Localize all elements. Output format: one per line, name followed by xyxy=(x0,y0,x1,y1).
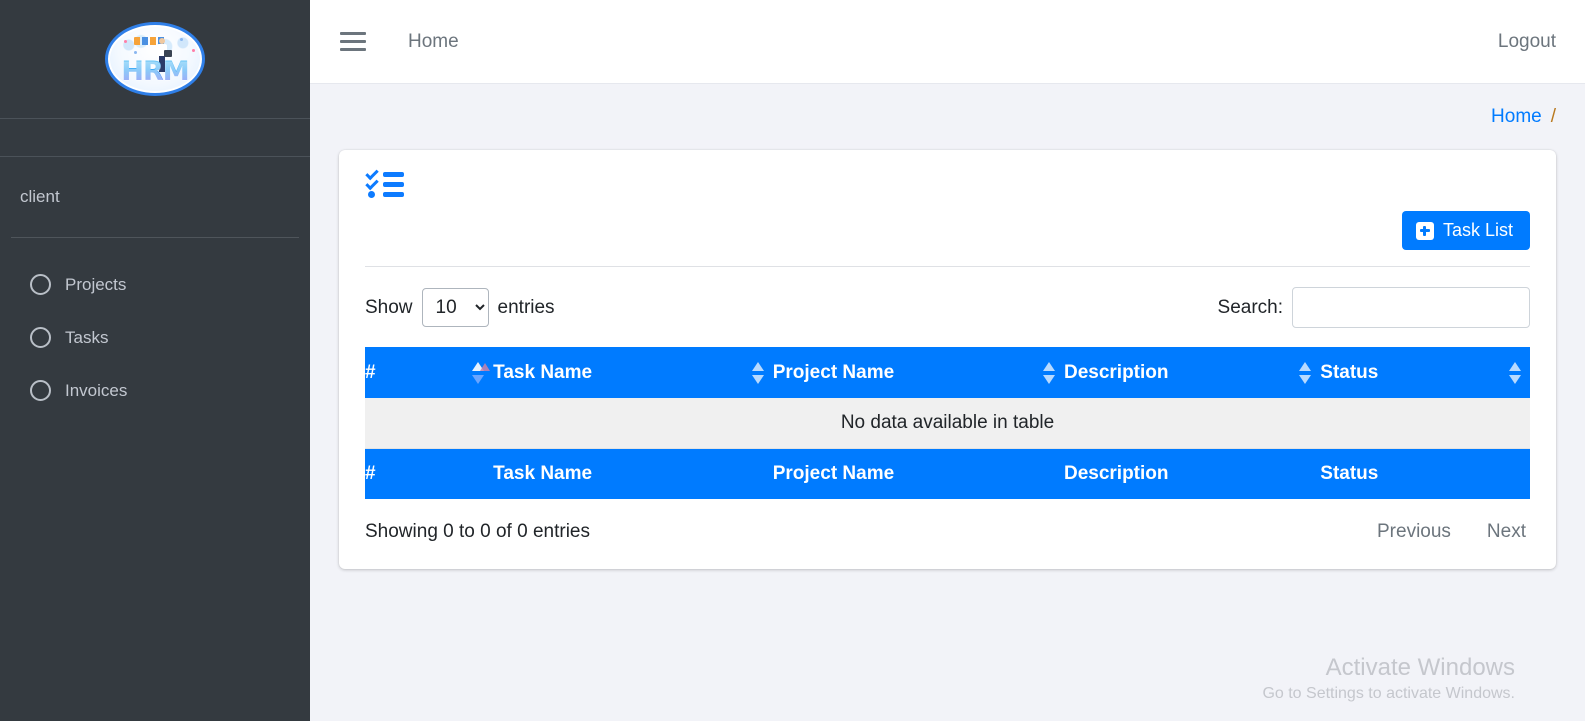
datatable-search-control: Search: xyxy=(1218,287,1530,328)
datatable-footer: Showing 0 to 0 of 0 entries Previous Nex… xyxy=(365,521,1530,543)
sidebar-item-label: Invoices xyxy=(65,380,128,400)
sort-arrows-icon[interactable] xyxy=(1299,360,1312,386)
hamburger-icon[interactable] xyxy=(340,32,366,51)
page-content: Task List Show 10 25 50 100 xyxy=(310,150,1585,569)
circle-icon xyxy=(30,327,51,348)
footer-column-description: Description xyxy=(1063,448,1321,499)
sidebar-item-tasks[interactable]: Tasks xyxy=(0,311,310,364)
task-list-button[interactable]: Task List xyxy=(1401,211,1530,250)
column-header-label: Project Name xyxy=(772,361,895,383)
entries-per-page-select[interactable]: 10 25 50 100 xyxy=(421,288,489,327)
pagination-previous-button[interactable]: Previous xyxy=(1377,521,1451,543)
table-footer-row: # Task Name Project Name Description Sta… xyxy=(365,448,1530,499)
column-header-task-name[interactable]: Task Name xyxy=(493,347,773,398)
circle-icon xyxy=(30,274,51,295)
footer-column-number: # xyxy=(365,448,494,499)
sidebar-user-label: client xyxy=(20,187,60,206)
search-input[interactable] xyxy=(1292,287,1530,328)
circle-icon xyxy=(30,380,51,401)
table-empty-row: No data available in table xyxy=(365,398,1530,449)
breadcrumb: Home / xyxy=(310,84,1585,150)
task-table: # Task Name Project Name Description Sta… xyxy=(365,347,1530,499)
datatable-length-control: Show 10 25 50 100 entries xyxy=(365,288,555,327)
card-body: Show 10 25 50 100 entries Search: xyxy=(339,267,1556,569)
datatable-controls: Show 10 25 50 100 entries Search: xyxy=(365,287,1530,328)
footer-column-project-name: Project Name xyxy=(772,448,1064,499)
sidebar-item-label: Tasks xyxy=(65,327,109,347)
sort-arrows-icon[interactable] xyxy=(472,360,491,386)
pagination: Previous Next xyxy=(1377,521,1530,543)
logout-link[interactable]: Logout xyxy=(1498,31,1556,53)
hrm-logo-icon: HRM xyxy=(105,22,205,96)
task-list-icon xyxy=(365,166,404,200)
search-label: Search: xyxy=(1217,296,1283,318)
sidebar-item-invoices[interactable]: Invoices xyxy=(0,364,310,417)
column-header-description[interactable]: Description xyxy=(1063,347,1321,398)
empty-message: No data available in table xyxy=(365,398,1530,449)
sidebar-user[interactable]: client xyxy=(0,157,310,237)
column-header-number[interactable]: # xyxy=(365,347,494,398)
column-header-project-name[interactable]: Project Name xyxy=(772,347,1064,398)
entries-label: entries xyxy=(497,296,555,318)
top-navbar: Home Logout xyxy=(310,0,1585,84)
pagination-next-button[interactable]: Next xyxy=(1487,521,1526,543)
table-body: No data available in table xyxy=(365,398,1530,449)
sidebar: HRM client Projects Tasks Invoices xyxy=(0,0,310,721)
sidebar-item-projects[interactable]: Projects xyxy=(0,258,310,311)
datatable-info: Showing 0 to 0 of 0 entries xyxy=(365,521,590,542)
column-header-label: Status xyxy=(1320,361,1379,383)
task-list-card: Task List Show 10 25 50 100 xyxy=(339,150,1556,569)
plus-square-icon xyxy=(1415,221,1434,240)
sidebar-brand[interactable]: HRM xyxy=(0,0,310,119)
app-root: HRM client Projects Tasks Invoices Home … xyxy=(0,0,1585,721)
sort-arrows-icon[interactable] xyxy=(751,360,765,386)
show-label: Show xyxy=(365,296,413,318)
breadcrumb-separator: / xyxy=(1550,106,1556,127)
table-head: # Task Name Project Name Description Sta… xyxy=(365,347,1530,398)
sort-arrows-icon[interactable] xyxy=(1509,360,1522,386)
sort-arrows-icon[interactable] xyxy=(1042,360,1056,386)
column-header-status[interactable]: Status xyxy=(1320,347,1530,398)
watermark-title: Activate Windows xyxy=(1325,654,1515,682)
sidebar-nav: Projects Tasks Invoices xyxy=(0,238,310,417)
task-list-button-label: Task List xyxy=(1442,220,1513,240)
column-header-label: Task Name xyxy=(493,361,593,383)
card-header: Task List xyxy=(339,150,1556,266)
footer-column-status: Status xyxy=(1320,448,1530,499)
column-header-label: # xyxy=(365,361,376,383)
sidebar-search-slot xyxy=(0,119,310,157)
table-foot: # Task Name Project Name Description Sta… xyxy=(365,448,1530,499)
logo-text: HRM xyxy=(108,56,202,87)
windows-activation-watermark: Activate Windows Go to Settings to activ… xyxy=(1262,654,1515,703)
footer-column-task-name: Task Name xyxy=(493,448,773,499)
watermark-subtitle: Go to Settings to activate Windows. xyxy=(1262,685,1515,702)
main-area: Home Logout Home / Task List Show 10 ent… xyxy=(310,0,1585,721)
column-header-label: Description xyxy=(1063,361,1169,383)
breadcrumb-home-link[interactable]: Home xyxy=(1491,106,1542,128)
table-header-row: # Task Name Project Name Description Sta… xyxy=(365,347,1530,398)
navbar-home-link[interactable]: Home xyxy=(408,31,459,53)
sidebar-item-label: Projects xyxy=(65,274,127,294)
